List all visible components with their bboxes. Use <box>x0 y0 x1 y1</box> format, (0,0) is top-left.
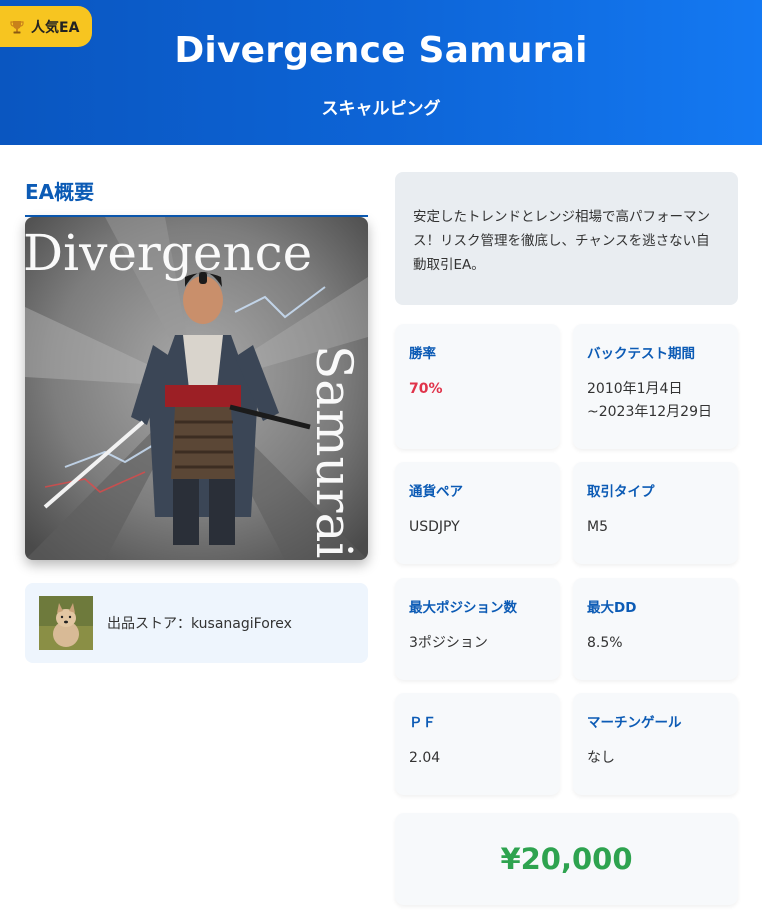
stat-card-trade-type: 取引タイプ M5 <box>573 462 738 564</box>
stat-value: 2.04 <box>409 750 441 766</box>
trophy-icon <box>10 20 24 33</box>
page-title: Divergence Samurai <box>174 30 588 71</box>
stat-value: USDJPY <box>409 519 460 535</box>
stat-card-max-dd: 最大DD 8.5% <box>573 578 738 680</box>
store-box[interactable]: 出品ストア：kusanagiForex <box>25 583 368 663</box>
stat-value: M5 <box>587 519 608 535</box>
stat-label: マーチンゲール <box>587 715 682 731</box>
stat-value: 8.5% <box>587 635 623 651</box>
overview-heading: EA概要 <box>25 176 368 217</box>
stat-label: 通貨ペア <box>409 484 463 500</box>
stat-card-pair: 通貨ペア USDJPY <box>395 462 560 564</box>
stat-label: 最大DD <box>587 600 637 616</box>
ea-hero-image: Divergence Samurai <box>25 217 368 560</box>
popular-badge-label: 人気EA <box>31 19 80 36</box>
stat-label: 取引タイプ <box>587 484 655 500</box>
stat-value: 70% <box>409 381 443 397</box>
page-subtitle: スキャルピング <box>321 99 441 119</box>
hero-word-side: Samurai <box>305 345 363 558</box>
stat-value: 2010年1月4日~2023年12月29日 <box>587 381 712 420</box>
stat-card-max-positions: 最大ポジション数 3ポジション <box>395 578 560 680</box>
stat-card-pf: ＰＦ 2.04 <box>395 693 560 795</box>
popular-badge: 人気EA <box>0 6 92 47</box>
stat-card-win-rate: 勝率 70% <box>395 324 560 449</box>
stat-label: ＰＦ <box>409 715 436 731</box>
stat-value: 3ポジション <box>409 635 488 651</box>
store-name[interactable]: 出品ストア：kusanagiForex <box>107 613 292 633</box>
stat-card-backtest: バックテスト期間 2010年1月4日~2023年12月29日 <box>573 324 738 449</box>
ea-description: 安定したトレンドとレンジ相場で高パフォーマンス！リスク管理を徹底し、チャンスを逃… <box>395 172 738 305</box>
stat-label: バックテスト期間 <box>587 346 695 362</box>
stat-card-martingale: マーチンゲール なし <box>573 693 738 795</box>
dog-avatar <box>39 596 93 650</box>
stat-label: 最大ポジション数 <box>409 600 517 616</box>
stat-label: 勝率 <box>409 346 436 362</box>
stat-value: なし <box>587 750 615 766</box>
price-display: ¥20,000 <box>395 813 738 905</box>
hero-word-top: Divergence <box>25 224 312 282</box>
page-header: Divergence Samurai スキャルピング <box>0 0 762 145</box>
